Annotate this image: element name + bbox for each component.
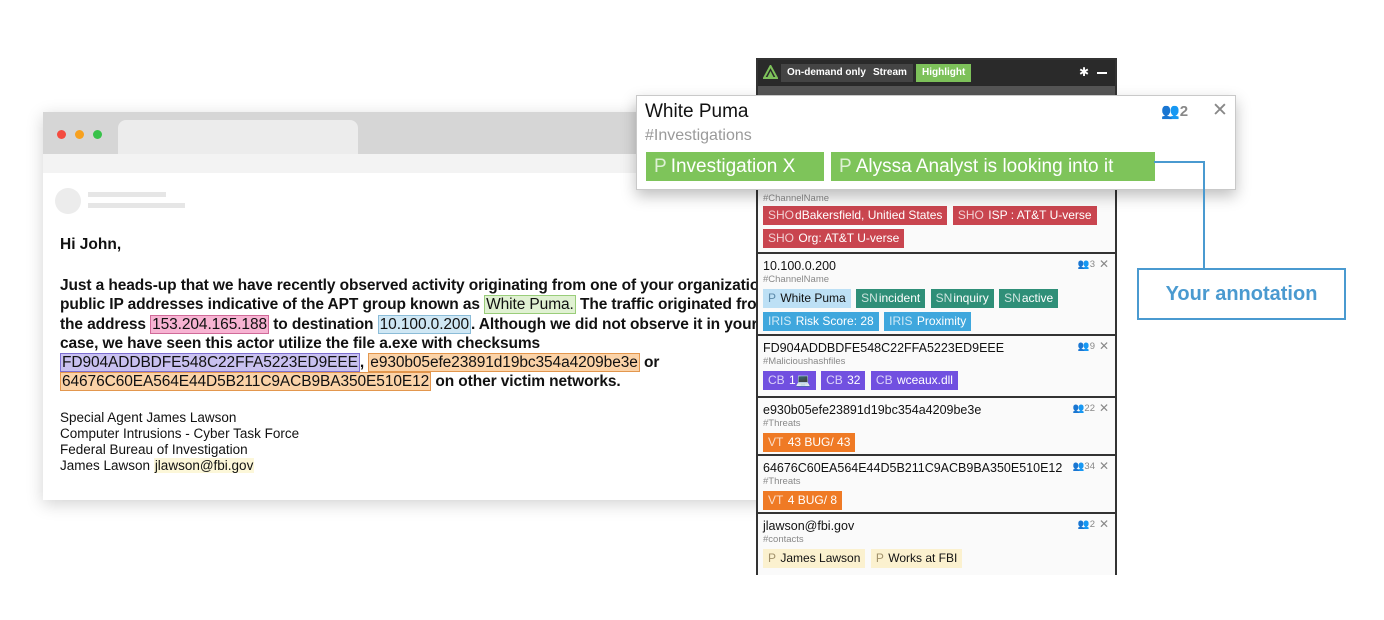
annotation-callout: Your annotation	[1137, 268, 1346, 320]
